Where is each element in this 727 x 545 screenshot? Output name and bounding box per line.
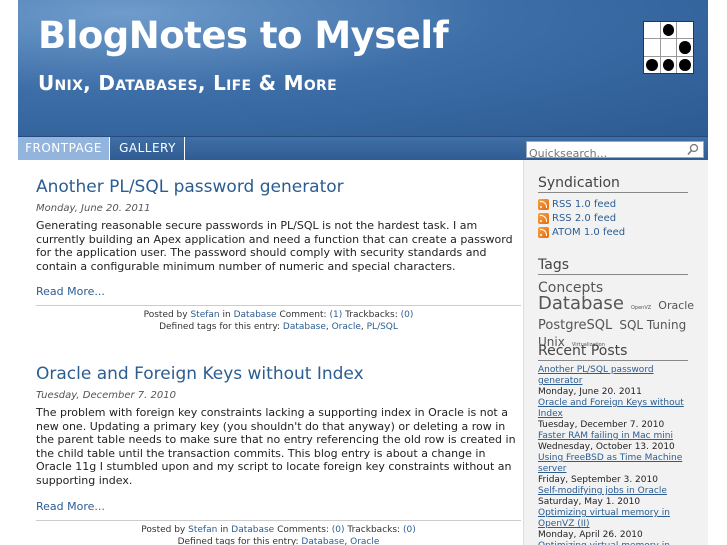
recent-post-date: Friday, September 3. 2010 (538, 475, 658, 485)
trackback-count-link[interactable]: (0) (403, 525, 416, 535)
tag-link[interactable]: Oracle (350, 537, 379, 545)
post-title[interactable]: Oracle and Foreign Keys without Index (36, 364, 521, 384)
in-label: in (220, 524, 229, 535)
comment-label: Comment: (279, 310, 327, 321)
feed-link-rss2[interactable]: RSS 2.0 feed (552, 213, 616, 224)
recent-post-link[interactable]: Optimizing virtual memory in (538, 541, 698, 545)
recent-post-link[interactable]: Faster RAM failing in Mac mini (538, 431, 698, 442)
post-title[interactable]: Another PL/SQL password generator (36, 177, 521, 197)
tags-section: Tags Concepts Database OpenVZ Oracle Pos… (538, 257, 698, 353)
category-link[interactable]: Database (234, 310, 277, 320)
rss-icon (538, 199, 549, 210)
site-header: BlogNotes to Myself Unix, Databases, Lif… (18, 0, 708, 137)
read-more-link[interactable]: Read More... (36, 500, 521, 513)
tag-cloud-link[interactable]: Database (538, 293, 624, 314)
feed-link-atom[interactable]: ATOM 1.0 feed (552, 227, 625, 238)
quicksearch-input[interactable] (527, 146, 682, 161)
trackback-label: Trackbacks: (347, 524, 401, 535)
search-icon[interactable] (687, 143, 699, 156)
tags-label: Defined tags for this entry: (159, 322, 281, 333)
recent-post-date: Tuesday, December 7. 2010 (538, 420, 665, 430)
trackback-count-link[interactable]: (0) (401, 310, 414, 320)
category-link[interactable]: Database (231, 525, 274, 535)
feed-item[interactable]: ATOM 1.0 feed (538, 226, 698, 239)
glider-logo-icon (643, 21, 694, 74)
rss-icon (538, 227, 549, 238)
site-title[interactable]: BlogNotes to Myself (38, 14, 449, 57)
posted-by-label: Posted by (141, 524, 186, 535)
feed-link-rss1[interactable]: RSS 1.0 feed (552, 199, 616, 210)
tag-link[interactable]: PL/SQL (367, 322, 398, 332)
page: BlogNotes to Myself Unix, Databases, Lif… (0, 0, 727, 545)
author-link[interactable]: Stefan (188, 525, 217, 535)
comment-count-link[interactable]: (1) (329, 310, 342, 320)
post-footer: Posted by Stefan in Database Comments: (… (36, 519, 521, 545)
recent-post-date: Wednesday, October 13. 2010 (538, 442, 675, 452)
main-content: Another PL/SQL password generator Monday… (18, 160, 523, 545)
feed-item[interactable]: RSS 2.0 feed (538, 212, 698, 225)
tag-link[interactable]: Oracle (332, 322, 361, 332)
post-entry: Another PL/SQL password generator Monday… (36, 177, 521, 333)
nav-bar: FRONTPAGE GALLERY (18, 137, 708, 161)
comment-count-link[interactable]: (0) (332, 525, 345, 535)
post-entry: Oracle and Foreign Keys without Index Tu… (36, 364, 521, 545)
tag-link[interactable]: Database (301, 537, 344, 545)
post-date: Tuesday, December 7. 2010 (36, 390, 176, 401)
feed-item[interactable]: RSS 1.0 feed (538, 198, 698, 211)
tag-cloud: Concepts Database OpenVZ Oracle PostgreS… (538, 279, 698, 353)
sidebar: Syndication RSS 1.0 feed RSS 2.0 feed AT… (523, 160, 708, 545)
tab-gallery[interactable]: GALLERY (111, 137, 185, 160)
recent-post-date: Monday, April 26. 2010 (538, 530, 643, 540)
rss-icon (538, 213, 549, 224)
trackback-label: Trackbacks: (345, 310, 398, 321)
tag-cloud-link[interactable]: PostgreSQL (538, 318, 612, 333)
recent-post-link[interactable]: Another PL/SQL password generator (538, 365, 698, 387)
site-tagline: Unix, Databases, Life & More (38, 71, 337, 95)
posted-by-label: Posted by (143, 310, 188, 321)
syndication-section: Syndication RSS 1.0 feed RSS 2.0 feed AT… (538, 175, 698, 239)
recent-posts-list: Another PL/SQL password generator Monday,… (538, 365, 698, 545)
read-more-link[interactable]: Read More... (36, 285, 521, 298)
comment-label: Comments: (277, 524, 329, 535)
author-link[interactable]: Stefan (190, 310, 219, 320)
tags-heading: Tags (538, 257, 688, 275)
recent-post-link[interactable]: Optimizing virtual memory in OpenVZ (II) (538, 508, 698, 530)
recent-post-link[interactable]: Self-modifying jobs in Oracle (538, 486, 698, 497)
tag-link[interactable]: Database (283, 322, 326, 332)
tag-cloud-link[interactable]: OpenVZ (631, 305, 651, 311)
recent-post-date: Monday, June 20. 2011 (538, 387, 642, 397)
post-date: Monday, June 20. 2011 (36, 203, 151, 214)
tab-frontpage[interactable]: FRONTPAGE (18, 137, 110, 160)
in-label: in (222, 310, 231, 321)
recent-post-link[interactable]: Oracle and Foreign Keys without Index (538, 398, 698, 420)
post-footer: Posted by Stefan in Database Comment: (1… (36, 305, 521, 333)
post-body: Generating reasonable secure passwords i… (36, 219, 513, 273)
quicksearch-box (526, 141, 704, 161)
recent-post-link[interactable]: Using FreeBSD as Time Machine server (538, 453, 698, 475)
tags-label: Defined tags for this entry: (177, 536, 299, 545)
tag-cloud-link[interactable]: Oracle (658, 299, 694, 312)
recent-posts-section: Recent Posts Another PL/SQL password gen… (538, 343, 698, 545)
syndication-heading: Syndication (538, 175, 688, 193)
recent-posts-heading: Recent Posts (538, 343, 688, 361)
tag-cloud-link[interactable]: SQL Tuning (619, 318, 686, 332)
recent-post-date: Saturday, May 1. 2010 (538, 497, 641, 507)
post-body: The problem with foreign key constraints… (36, 406, 516, 487)
